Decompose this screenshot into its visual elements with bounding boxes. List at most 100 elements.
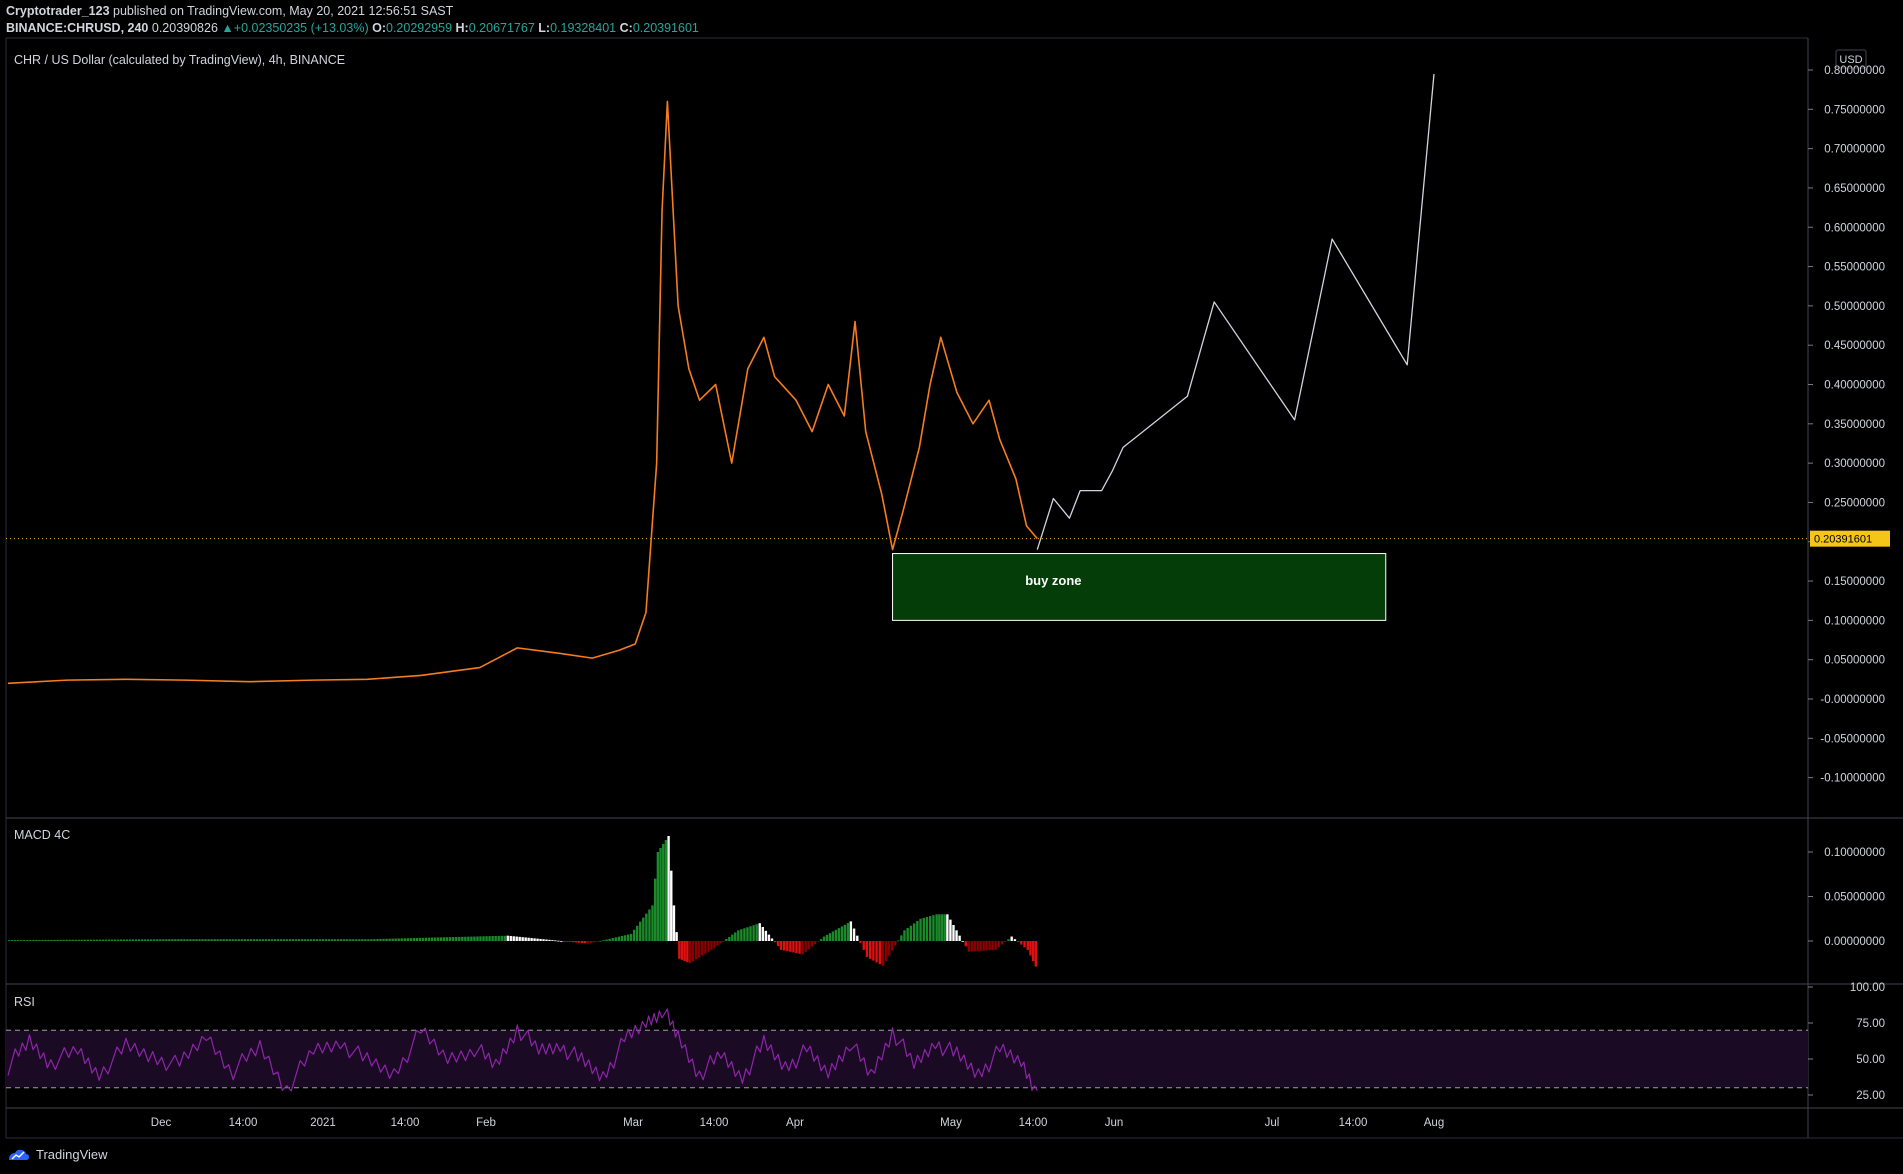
footer-brand[interactable]: TradingView	[36, 1147, 108, 1162]
macd-bar	[137, 939, 141, 941]
macd-bar	[925, 916, 929, 941]
macd-bar	[74, 939, 77, 941]
y-tick-label: 75.00	[1856, 1018, 1885, 1030]
macd-bar	[767, 934, 771, 941]
y-tick-label: 0.55000000	[1824, 262, 1885, 274]
macd-bar	[361, 939, 364, 941]
macd-bar	[315, 939, 319, 941]
macd-bar	[825, 934, 829, 941]
macd-bar	[554, 940, 557, 942]
macd-bar	[897, 940, 900, 942]
macd-bar	[868, 941, 872, 959]
y-tick-label: 0.50000000	[1824, 301, 1885, 313]
macd-bar	[776, 941, 780, 947]
macd-bar	[932, 915, 935, 941]
macd-bar	[183, 939, 186, 941]
buy-zone-rectangle[interactable]	[892, 553, 1387, 621]
macd-bar	[192, 939, 195, 941]
macd-bar	[648, 909, 651, 941]
macd-bar	[276, 939, 280, 941]
x-tick-label: 14:00	[1019, 1117, 1048, 1129]
time-scale[interactable]: Dec 14:00 2021 14:00 Feb Mar 14:00 Apr May 14:00 J…	[151, 1117, 1444, 1129]
macd-bar	[140, 939, 144, 941]
macd-bar	[645, 913, 648, 941]
macd-bar	[8, 940, 11, 941]
macd-bar	[71, 939, 74, 941]
macd-bar	[828, 933, 832, 941]
macd-bar	[110, 939, 114, 941]
macd-bar	[533, 938, 536, 941]
macd-bar	[418, 937, 422, 941]
x-tick-label: 2021	[310, 1117, 336, 1129]
macd-bar	[222, 939, 225, 941]
projection-path-line[interactable]	[1036, 73, 1435, 550]
macd-bar	[653, 878, 657, 941]
x-tick-label: 14:00	[391, 1117, 420, 1129]
macd-bar	[409, 938, 413, 941]
chart-canvas[interactable]: CHR / US Dollar (calculated by TradingVi…	[0, 0, 1903, 1174]
macd-bar	[872, 941, 875, 961]
macd-bar	[228, 939, 231, 941]
x-tick-label: 14:00	[229, 1117, 258, 1129]
macd-bar	[675, 932, 678, 941]
macd-bar	[611, 938, 614, 941]
y-tick-label: 0.45000000	[1824, 340, 1885, 352]
macd-bar	[476, 936, 479, 941]
x-tick-label: 14:00	[1339, 1117, 1368, 1129]
macd-bar	[662, 843, 665, 941]
macd-bar	[816, 941, 820, 942]
macd-bar	[216, 939, 219, 941]
macd-bar	[713, 941, 716, 948]
macd-bar	[291, 939, 295, 941]
macd-bar	[557, 940, 560, 942]
macd-bar	[379, 938, 382, 941]
macd-bar	[59, 939, 62, 941]
macd-bar	[131, 939, 135, 941]
main-price-scale[interactable]: 0.80000000 0.75000000 0.70000000 0.65000000…	[1808, 65, 1885, 785]
macd-bar	[62, 939, 65, 941]
macd-bar	[246, 939, 249, 941]
rsi-price-scale[interactable]: 100.00 75.00 50.00 25.00	[1808, 982, 1885, 1102]
macd-bar	[527, 937, 530, 941]
x-tick-label: Aug	[1424, 1117, 1444, 1129]
buy-zone-label: buy zone	[1025, 573, 1081, 588]
macd-bar	[804, 941, 807, 952]
macd-bar	[849, 921, 853, 941]
macd-histogram	[8, 835, 1038, 967]
macd-bar	[385, 938, 388, 941]
macd-bar	[494, 935, 497, 941]
macd-bar	[680, 941, 684, 960]
macd-bar	[515, 936, 518, 941]
macd-bar	[536, 938, 539, 941]
macd-bar	[795, 941, 798, 954]
macd-bar	[961, 941, 964, 942]
macd-bar	[32, 939, 35, 941]
last-price-badge: 0.20391601	[1810, 530, 1890, 547]
macd-bar	[116, 939, 120, 941]
macd-bar	[318, 939, 322, 941]
macd-bar	[632, 929, 636, 941]
macd-bar	[614, 937, 617, 941]
macd-bar	[938, 914, 941, 941]
macd-bar	[455, 936, 458, 941]
macd-bar	[919, 918, 922, 941]
macd-bar	[599, 940, 602, 942]
macd-bar	[1031, 941, 1035, 962]
macd-bar	[421, 937, 425, 941]
y-tick-label: 0.40000000	[1824, 380, 1885, 392]
macd-bar	[153, 939, 156, 941]
macd-bar	[810, 941, 814, 947]
macd-price-scale[interactable]: 0.10000000 0.05000000 0.00000000	[1808, 847, 1885, 948]
macd-bar	[831, 931, 835, 941]
macd-bar	[710, 941, 713, 950]
y-tick-label: 0.10000000	[1824, 847, 1885, 859]
macd-bar	[946, 914, 949, 941]
macd-bar	[783, 941, 786, 951]
macd-bar	[400, 938, 403, 941]
macd-bar	[530, 938, 533, 941]
macd-bar	[596, 941, 599, 942]
macd-bar	[255, 939, 259, 941]
macd-bar	[349, 939, 352, 941]
macd-bar	[77, 939, 80, 941]
macd-bar	[865, 941, 869, 958]
